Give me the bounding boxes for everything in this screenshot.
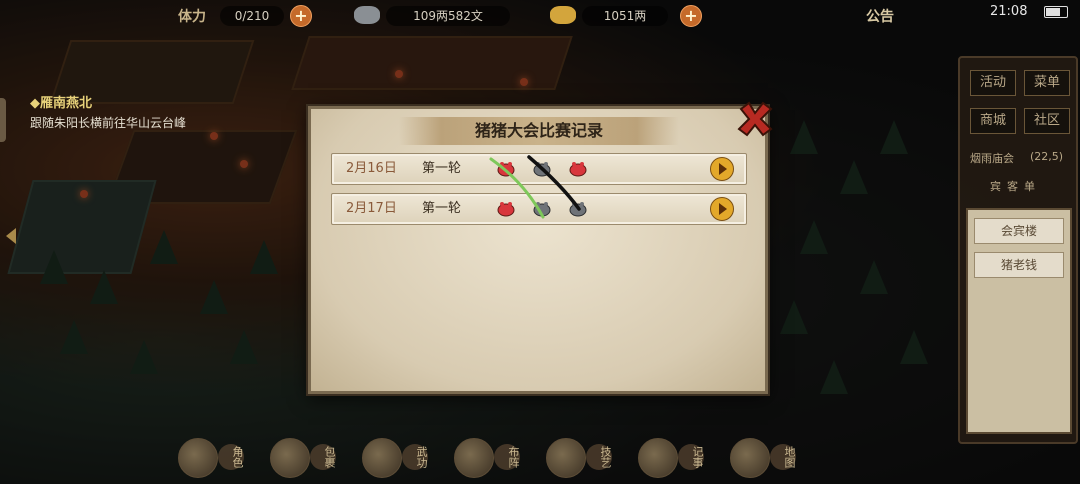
system-clock: 21:08 [990, 4, 1028, 19]
hand-drawn-scribble [489, 155, 581, 219]
add-gold-button[interactable]: + [680, 5, 702, 27]
replay-play-button[interactable] [710, 157, 734, 181]
teapot-icon [546, 438, 586, 478]
gray-pig-icon [533, 162, 551, 177]
gold-value: 1051两 [582, 6, 668, 26]
menu-skills[interactable]: 技艺 [538, 432, 628, 484]
match-record-row[interactable]: 2月16日 第一轮 [331, 153, 747, 185]
guest-list-item-label: 猪老钱 [1000, 258, 1037, 272]
menu-label: 布阵 [494, 444, 520, 470]
menu-label: 武功 [402, 444, 428, 470]
gray-pig-icon [533, 202, 551, 217]
shop-button[interactable]: 商城 [970, 108, 1016, 134]
red-pig-icon [497, 162, 515, 177]
event-label: 烟雨庙会 [970, 152, 1014, 165]
menu-label: 角色 [218, 444, 244, 470]
add-stamina-button[interactable]: + [290, 5, 312, 27]
menu-character[interactable]: 角色 [170, 432, 260, 484]
menu-map[interactable]: 地图 [722, 432, 812, 484]
top-status-bar: 体力 0/210 + 109两582文 1051两 + [170, 0, 930, 32]
red-pig-icon [569, 162, 587, 177]
menu-label: 记事 [678, 444, 704, 470]
menu-journal[interactable]: 记事 [630, 432, 720, 484]
quest-panel-handle[interactable] [0, 98, 6, 142]
menu-martial-arts[interactable]: 武功 [354, 432, 444, 484]
gray-pig-icon [569, 202, 587, 217]
menu-label: 技艺 [586, 444, 612, 470]
bottom-menu-bar: 角色 包裹 武功 布阵 技艺 记事 地图 [170, 432, 810, 484]
dialog-title: 猪猪大会比赛记录 [474, 121, 603, 140]
quest-title: ◆雁南燕北 [30, 96, 92, 111]
menu-button[interactable]: 菜单 [1024, 70, 1070, 96]
journal-icon [638, 438, 678, 478]
expand-left-arrow-icon[interactable] [6, 228, 16, 244]
stamina-label: 体力 [178, 9, 206, 25]
activity-button[interactable]: 活动 [970, 70, 1016, 96]
guest-list-item-label: 会宾楼 [1000, 224, 1037, 238]
formation-icon [454, 438, 494, 478]
menu-formation[interactable]: 布阵 [446, 432, 536, 484]
match-round: 第一轮 [422, 161, 462, 176]
quest-tracker[interactable]: ◆雁南燕北 跟随朱阳长横前往华山云台峰 [30, 92, 200, 131]
match-round: 第一轮 [422, 201, 462, 216]
silver-ingot-icon [354, 6, 380, 24]
match-date: 2月16日 [346, 161, 397, 176]
dialog-title-banner: 猪猪大会比赛记录 [399, 117, 679, 145]
character-icon [178, 438, 218, 478]
close-icon[interactable] [735, 99, 775, 139]
guest-list-item[interactable]: 会宾楼 [974, 218, 1064, 244]
battery-icon [1044, 6, 1068, 18]
money-value: 109两582文 [386, 6, 510, 26]
guest-list-header: 宾客单 [990, 180, 1041, 193]
match-date: 2月17日 [346, 201, 397, 216]
stamina-value: 0/210 [220, 6, 284, 26]
red-pig-icon [497, 202, 515, 217]
gold-ingot-icon [550, 6, 576, 24]
quest-description: 跟随朱阳长横前往华山云台峰 [30, 116, 187, 130]
match-record-dialog: 猪猪大会比赛记录 2月16日 第一轮 2月17日 第一轮 [308, 101, 773, 394]
community-button[interactable]: 社区 [1024, 108, 1070, 134]
guest-list: 会宾楼 猪老钱 [966, 208, 1072, 434]
scroll-icon [362, 438, 402, 478]
map-icon [730, 438, 770, 478]
menu-bag[interactable]: 包裹 [262, 432, 352, 484]
match-record-row[interactable]: 2月17日 第一轮 [331, 193, 747, 225]
menu-label: 地图 [770, 444, 796, 470]
guest-list-item[interactable]: 猪老钱 [974, 252, 1064, 278]
menu-label: 包裹 [310, 444, 336, 470]
replay-play-button[interactable] [710, 197, 734, 221]
notice-button[interactable]: 公告 [866, 6, 894, 26]
event-count: (22,5) [1030, 150, 1064, 163]
bag-icon [270, 438, 310, 478]
